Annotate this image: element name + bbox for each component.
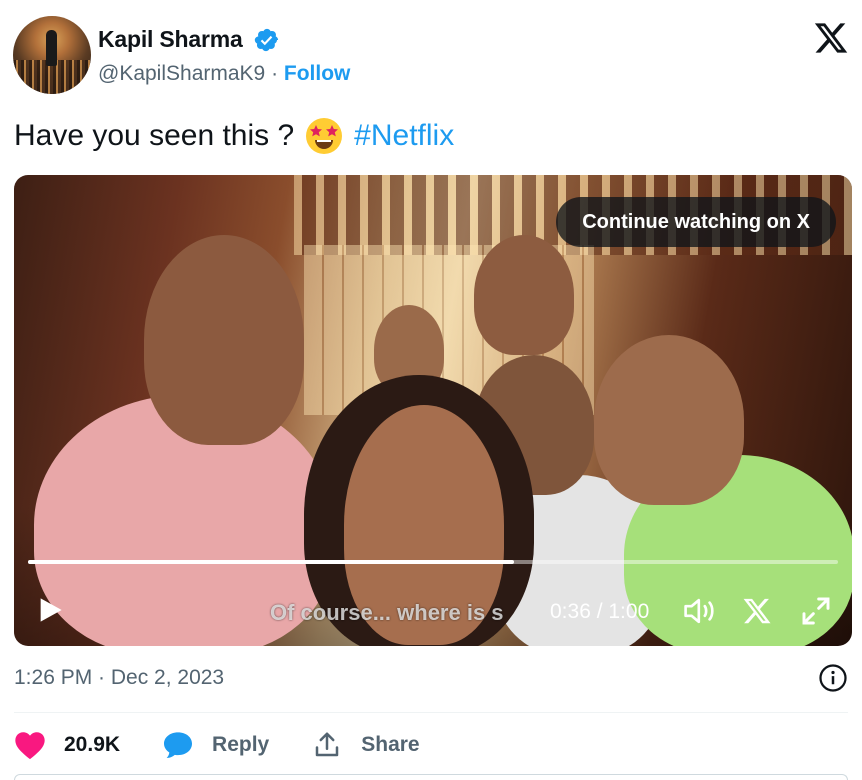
tweet-body: Have you seen this ?: [14, 119, 295, 152]
play-icon[interactable]: [36, 595, 64, 625]
handle-line: @KapilSharmaK9 · Follow: [98, 62, 350, 86]
divider: [14, 712, 848, 713]
hashtag-link[interactable]: #Netflix: [354, 119, 454, 153]
volume-muted-icon[interactable]: [682, 596, 718, 626]
fullscreen-icon[interactable]: [800, 595, 832, 627]
author-name[interactable]: Kapil Sharma: [98, 26, 243, 53]
author-avatar[interactable]: [13, 16, 91, 94]
star-struck-emoji-icon: [306, 118, 343, 154]
reply-bubble-icon: [164, 732, 193, 758]
x-logo-icon[interactable]: [812, 20, 850, 56]
video-progress-fill: [28, 560, 514, 564]
follow-button[interactable]: Follow: [284, 62, 351, 85]
like-count: 20.9K: [64, 733, 121, 756]
heart-icon: [15, 732, 45, 760]
x-logo-icon[interactable]: [742, 596, 772, 626]
author-handle[interactable]: @KapilSharmaK9: [98, 62, 265, 85]
video-time: 0:36 / 1:00: [550, 600, 650, 623]
video-person-shape: [144, 235, 304, 445]
verified-badge-icon: [254, 28, 279, 52]
share-icon: [315, 732, 339, 757]
next-card-edge: [14, 774, 848, 780]
reply-label: Reply: [212, 733, 270, 756]
video-person-shape: [594, 335, 744, 505]
info-icon[interactable]: [818, 663, 848, 693]
like-button[interactable]: 20.9K: [14, 730, 120, 760]
reply-button[interactable]: Reply: [162, 730, 269, 760]
video-person-shape: [474, 235, 574, 355]
share-button[interactable]: Share: [311, 730, 420, 760]
video-subtitle: Of course... where is s: [270, 600, 504, 625]
handle-separator: ·: [265, 62, 284, 85]
video-progress-track[interactable]: [28, 560, 838, 564]
tweet-text: Have you seen this ? #Netflix: [14, 116, 454, 156]
avatar-figure: [46, 30, 57, 66]
tweet-actions: 20.9K Reply Share: [14, 728, 462, 762]
video-player[interactable]: Continue watching on X Of course... wher…: [14, 175, 852, 646]
tweet-timestamp[interactable]: 1:26 PM · Dec 2, 2023: [14, 666, 224, 690]
share-label: Share: [361, 733, 420, 756]
continue-watching-button[interactable]: Continue watching on X: [556, 197, 836, 247]
